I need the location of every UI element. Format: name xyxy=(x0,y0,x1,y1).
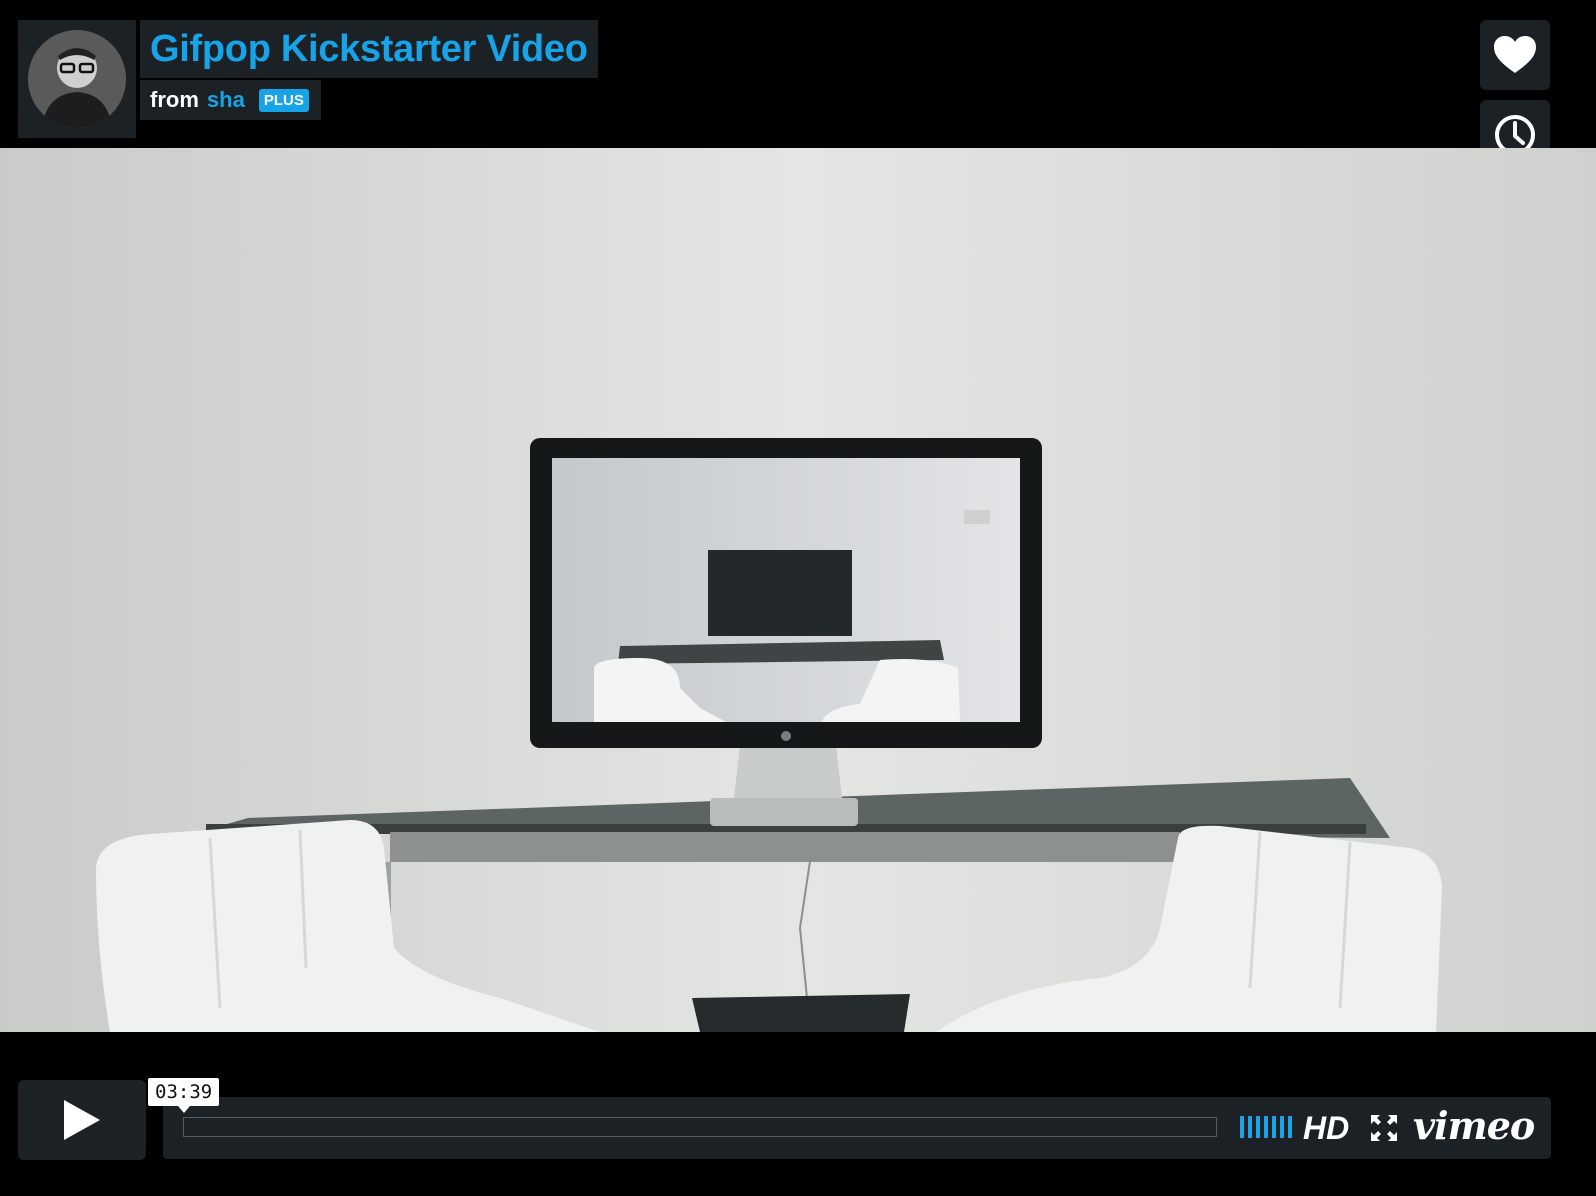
play-icon xyxy=(64,1100,100,1140)
volume-bar xyxy=(1280,1116,1284,1138)
volume-bar xyxy=(1256,1116,1260,1138)
author-avatar-box[interactable] xyxy=(18,20,136,138)
video-title[interactable]: Gifpop Kickstarter Video xyxy=(150,28,588,71)
video-frame[interactable] xyxy=(0,148,1596,1032)
heart-icon xyxy=(1494,36,1536,73)
title-box[interactable]: Gifpop Kickstarter Video xyxy=(140,20,598,78)
vimeo-logo[interactable]: vimeo xyxy=(1413,1103,1535,1148)
video-scene xyxy=(0,148,1596,1032)
hd-toggle[interactable]: HD xyxy=(1303,1110,1349,1147)
play-button[interactable] xyxy=(18,1080,146,1160)
like-button[interactable] xyxy=(1480,20,1550,90)
byline-from-label: from xyxy=(150,87,199,112)
current-time-tooltip: 03:39 xyxy=(148,1078,220,1113)
plus-badge: PLUS xyxy=(258,88,309,112)
control-bar: HD vimeo xyxy=(163,1097,1551,1159)
avatar[interactable] xyxy=(28,30,126,128)
volume-bar xyxy=(1240,1116,1244,1138)
fullscreen-icon[interactable] xyxy=(1369,1113,1399,1143)
volume-bar xyxy=(1288,1116,1292,1138)
volume-bar xyxy=(1272,1116,1276,1138)
progress-bar[interactable] xyxy=(183,1117,1217,1137)
volume-bar xyxy=(1248,1116,1252,1138)
volume-bar xyxy=(1264,1116,1268,1138)
byline: from sha PLUS xyxy=(140,80,321,120)
author-link[interactable]: sha xyxy=(207,87,245,113)
volume-control[interactable] xyxy=(1240,1116,1292,1138)
